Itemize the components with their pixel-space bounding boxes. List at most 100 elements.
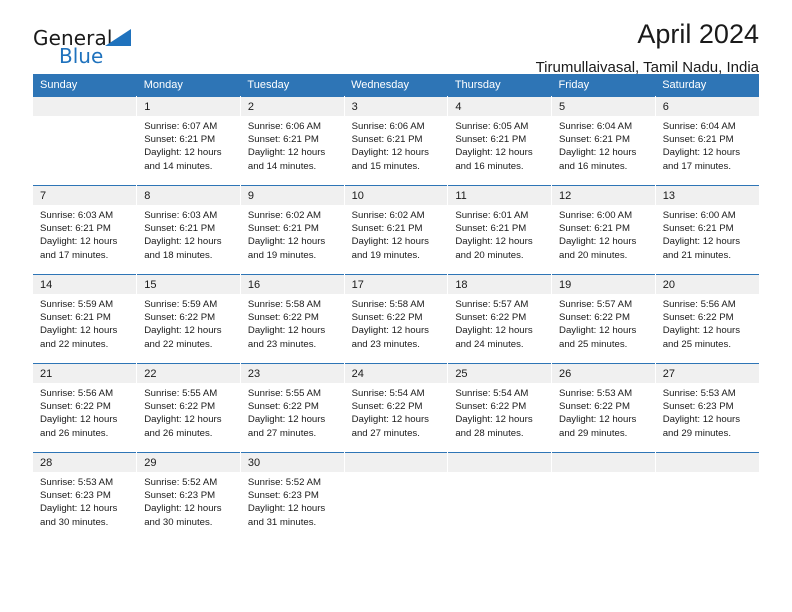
day-number: 10 [344, 186, 448, 205]
calendar-cell: 2 Sunrise: 6:06 AM Sunset: 6:21 PM Daylight… [240, 96, 345, 186]
day-details: Sunrise: 6:04 AM Sunset: 6:21 PM Daylight:… [552, 116, 655, 173]
calendar-day-13[interactable]: 13 Sunrise: 6:00 AM Sunset: 6:21 PM Dayligh… [655, 186, 759, 274]
calendar-day-14[interactable]: 14 Sunrise: 5:59 AM Sunset: 6:21 PM Dayligh… [33, 275, 137, 363]
day-detail-line: Sunrise: 5:55 AM [144, 388, 218, 399]
day-detail-line: Sunrise: 6:04 AM [662, 121, 736, 132]
day-number: 28 [33, 453, 137, 472]
calendar-day-29[interactable]: 29 Sunrise: 5:52 AM Sunset: 6:23 PM Dayligh… [137, 453, 240, 541]
day-detail-line: and 30 minutes. [40, 516, 109, 528]
day-details: Sunrise: 5:53 AM Sunset: 6:23 PM Daylight:… [33, 472, 136, 529]
day-number: 15 [137, 275, 240, 294]
day-detail-line: Sunrise: 5:53 AM [40, 477, 114, 488]
day-detail-line: and 25 minutes. [559, 338, 628, 350]
calendar-day-7[interactable]: 7 Sunrise: 6:03 AM Sunset: 6:21 PM Daylight… [33, 186, 137, 274]
day-detail-line: Daylight: 12 hours [455, 414, 533, 426]
day-details: Sunrise: 5:53 AM Sunset: 6:22 PM Daylight:… [552, 383, 655, 440]
calendar-day-3[interactable]: 3 Sunrise: 6:06 AM Sunset: 6:21 PM Daylight… [344, 97, 448, 185]
day-detail-line: Daylight: 12 hours [247, 236, 326, 248]
title-block: April 2024 Tirumullaivasal, Tamil Nadu, … [535, 19, 759, 76]
page-subtitle: Tirumullaivasal, Tamil Nadu, India [535, 58, 759, 76]
calendar-day-19[interactable]: 19 Sunrise: 5:57 AM Sunset: 6:22 PM Dayligh… [552, 275, 655, 363]
day-detail-line: Daylight: 12 hours [40, 503, 118, 515]
day-number: 8 [137, 186, 240, 205]
calendar-cell: 29 Sunrise: 5:52 AM Sunset: 6:23 PM Dayligh… [136, 452, 241, 541]
calendar-cell: 5 Sunrise: 6:04 AM Sunset: 6:21 PM Daylight… [551, 96, 656, 186]
day-number: 4 [448, 97, 552, 116]
calendar-day-18[interactable]: 18 Sunrise: 5:57 AM Sunset: 6:22 PM Dayligh… [448, 275, 552, 363]
day-detail-line: and 23 minutes. [351, 338, 420, 350]
day-detail-line: Sunrise: 6:06 AM [351, 121, 425, 132]
day-detail-line: Sunset: 6:21 PM [455, 223, 527, 235]
day-detail-line: Daylight: 12 hours [40, 325, 118, 337]
calendar-week-row: 1 Sunrise: 6:07 AM Sunset: 6:21 PM Daylight… [33, 96, 759, 186]
calendar-day-22[interactable]: 22 Sunrise: 5:55 AM Sunset: 6:22 PM Dayligh… [137, 364, 240, 452]
day-detail-line: Sunrise: 5:57 AM [455, 299, 529, 310]
calendar-day-24[interactable]: 24 Sunrise: 5:54 AM Sunset: 6:22 PM Dayligh… [344, 364, 448, 452]
calendar-day-25[interactable]: 25 Sunrise: 5:54 AM Sunset: 6:22 PM Dayligh… [448, 364, 552, 452]
calendar-cell: 21 Sunrise: 5:56 AM Sunset: 6:22 PM Dayligh… [33, 363, 138, 453]
day-number: 21 [33, 364, 137, 383]
day-detail-line: Daylight: 12 hours [144, 414, 222, 426]
day-detail-line: and 25 minutes. [662, 338, 731, 350]
day-number [448, 453, 552, 472]
calendar-day-20[interactable]: 20 Sunrise: 5:56 AM Sunset: 6:22 PM Dayligh… [655, 275, 759, 363]
day-detail-line: and 27 minutes. [247, 427, 317, 439]
day-detail-line: Sunset: 6:22 PM [455, 312, 527, 324]
calendar-day-1[interactable]: 1 Sunrise: 6:07 AM Sunset: 6:21 PM Daylight… [137, 97, 240, 185]
calendar-day-11[interactable]: 11 Sunrise: 6:01 AM Sunset: 6:21 PM Dayligh… [448, 186, 552, 274]
calendar-week-row: 14 Sunrise: 5:59 AM Sunset: 6:21 PM Dayligh… [33, 274, 759, 364]
page-title: April 2024 [637, 19, 759, 49]
day-detail-line: Daylight: 12 hours [351, 325, 429, 337]
triangle-icon [105, 29, 131, 46]
calendar-day-8[interactable]: 8 Sunrise: 6:03 AM Sunset: 6:21 PM Daylight… [137, 186, 240, 274]
calendar-day-empty [33, 97, 137, 185]
calendar-day-23[interactable]: 23 Sunrise: 5:55 AM Sunset: 6:22 PM Dayligh… [240, 364, 344, 452]
day-details [656, 472, 759, 476]
day-detail-line: Daylight: 12 hours [559, 325, 637, 337]
calendar-cell: 11 Sunrise: 6:01 AM Sunset: 6:21 PM Dayligh… [447, 185, 553, 275]
day-detail-line: Sunset: 6:21 PM [559, 134, 630, 146]
calendar-day-16[interactable]: 16 Sunrise: 5:58 AM Sunset: 6:22 PM Dayligh… [240, 275, 344, 363]
calendar-day-30[interactable]: 30 Sunrise: 5:52 AM Sunset: 6:23 PM Dayligh… [240, 453, 344, 541]
day-detail-line: Sunrise: 5:53 AM [559, 388, 633, 399]
calendar-day-17[interactable]: 17 Sunrise: 5:58 AM Sunset: 6:22 PM Dayligh… [344, 275, 448, 363]
day-details: Sunrise: 5:54 AM Sunset: 6:22 PM Daylight:… [345, 383, 448, 440]
day-number: 14 [33, 275, 137, 294]
day-detail-line: Sunset: 6:21 PM [351, 134, 423, 146]
calendar-day-2[interactable]: 2 Sunrise: 6:06 AM Sunset: 6:21 PM Daylight… [240, 97, 344, 185]
day-detail-line: Daylight: 12 hours [662, 325, 741, 337]
calendar-day-6[interactable]: 6 Sunrise: 6:04 AM Sunset: 6:21 PM Daylight… [655, 97, 759, 185]
day-detail-line: Sunrise: 5:58 AM [247, 299, 321, 310]
day-details: Sunrise: 6:03 AM Sunset: 6:21 PM Daylight:… [137, 205, 240, 262]
calendar-day-27[interactable]: 27 Sunrise: 5:53 AM Sunset: 6:23 PM Dayligh… [655, 364, 759, 452]
calendar-day-9[interactable]: 9 Sunrise: 6:02 AM Sunset: 6:21 PM Daylight… [240, 186, 344, 274]
calendar-day-21[interactable]: 21 Sunrise: 5:56 AM Sunset: 6:22 PM Dayligh… [33, 364, 137, 452]
calendar-day-5[interactable]: 5 Sunrise: 6:04 AM Sunset: 6:21 PM Daylight… [552, 97, 655, 185]
day-details: Sunrise: 5:56 AM Sunset: 6:22 PM Daylight:… [33, 383, 136, 440]
day-details: Sunrise: 5:55 AM Sunset: 6:22 PM Daylight:… [241, 383, 344, 440]
calendar-cell: 10 Sunrise: 6:02 AM Sunset: 6:21 PM Dayligh… [344, 185, 449, 275]
calendar-cell: 4 Sunrise: 6:05 AM Sunset: 6:21 PM Daylight… [447, 96, 553, 186]
calendar-day-4[interactable]: 4 Sunrise: 6:05 AM Sunset: 6:21 PM Daylight… [448, 97, 552, 185]
weekday-header-sunday: Sunday [33, 74, 137, 97]
calendar-day-15[interactable]: 15 Sunrise: 5:59 AM Sunset: 6:22 PM Dayligh… [137, 275, 240, 363]
calendar-day-empty [344, 453, 448, 541]
day-detail-line: Daylight: 12 hours [455, 147, 533, 159]
day-detail-line: Sunrise: 5:52 AM [144, 477, 218, 488]
calendar-cell: 28 Sunrise: 5:53 AM Sunset: 6:23 PM Dayligh… [33, 452, 138, 541]
day-number: 3 [344, 97, 448, 116]
calendar-cell: 24 Sunrise: 5:54 AM Sunset: 6:22 PM Dayligh… [344, 363, 449, 453]
calendar-day-10[interactable]: 10 Sunrise: 6:02 AM Sunset: 6:21 PM Dayligh… [344, 186, 448, 274]
day-number: 19 [552, 275, 655, 294]
day-detail-line: and 28 minutes. [455, 427, 524, 439]
calendar-day-26[interactable]: 26 Sunrise: 5:53 AM Sunset: 6:22 PM Dayligh… [552, 364, 655, 452]
calendar-day-12[interactable]: 12 Sunrise: 6:00 AM Sunset: 6:21 PM Dayligh… [552, 186, 655, 274]
day-details: Sunrise: 6:00 AM Sunset: 6:21 PM Daylight:… [656, 205, 759, 262]
day-detail-line: Sunrise: 5:59 AM [40, 299, 114, 310]
calendar-day-28[interactable]: 28 Sunrise: 5:53 AM Sunset: 6:23 PM Dayligh… [33, 453, 137, 541]
day-number: 6 [655, 97, 759, 116]
day-detail-line: and 16 minutes. [455, 160, 524, 172]
day-number: 24 [344, 364, 448, 383]
day-detail-line: and 29 minutes. [559, 427, 628, 439]
calendar-week-row: 28 Sunrise: 5:53 AM Sunset: 6:23 PM Dayligh… [33, 452, 759, 541]
